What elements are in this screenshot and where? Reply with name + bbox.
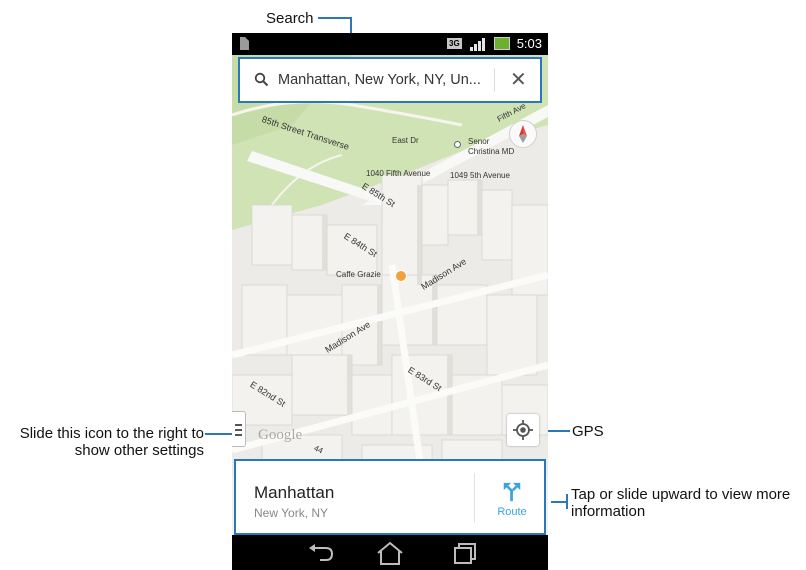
gps-button[interactable]: [507, 414, 539, 446]
callout-settings-line2: show other settings: [74, 442, 204, 459]
close-icon[interactable]: ✕: [510, 68, 527, 92]
route-button[interactable]: Route: [480, 471, 544, 527]
map-label-caffe: Caffe Grazie: [336, 270, 381, 279]
callout-gps-label: GPS: [572, 423, 604, 440]
navigation-bar: [232, 535, 548, 570]
my-location-icon: [513, 420, 533, 440]
place-info-card[interactable]: Manhattan New York, NY Route: [234, 459, 546, 535]
compass-icon[interactable]: [509, 120, 537, 148]
map-label-east-dr: East Dr: [392, 136, 419, 145]
callout-settings-label: Slide this icon to the right to show oth…: [6, 425, 204, 459]
search-bar[interactable]: ✕: [238, 57, 542, 103]
callout-search-label: Search: [266, 10, 314, 27]
phone-screen: 3G 5:03 85th Street Transverse Fifth Ave…: [232, 33, 548, 570]
network-type-badge: 3G: [447, 38, 462, 49]
map-label-senor: Senor: [468, 137, 490, 146]
recent-apps-icon[interactable]: [442, 539, 482, 567]
place-subtitle: New York, NY: [254, 506, 329, 520]
callout-search-line-h: [318, 17, 352, 19]
status-time: 5:03: [516, 36, 542, 51]
card-divider: [474, 473, 475, 523]
signal-bars-icon: [470, 37, 488, 51]
map-label-1049-fifth: 1049 5th Avenue: [450, 171, 510, 180]
home-icon[interactable]: [370, 539, 410, 567]
place-name: Manhattan: [254, 483, 335, 502]
map-label-christina: Christina MD: [468, 147, 515, 156]
menu-handle-icon[interactable]: [232, 411, 246, 447]
search-icon[interactable]: [254, 72, 269, 87]
callout-info-line2: information: [571, 503, 646, 520]
route-label: Route: [497, 506, 527, 518]
callout-settings-line: [205, 433, 232, 435]
search-divider: [494, 68, 495, 92]
callout-info-label: Tap or slide upward to view more informa…: [571, 486, 790, 520]
restaurant-icon: [395, 270, 407, 282]
callout-info-line1: Tap or slide upward to view more: [571, 486, 791, 503]
status-bar: 3G 5:03: [232, 33, 548, 55]
route-arrow-icon: [503, 482, 521, 502]
battery-charging-icon: [494, 37, 510, 50]
search-input[interactable]: [278, 72, 488, 88]
back-icon[interactable]: [300, 539, 340, 567]
map-label-1040-fifth: 1040 Fifth Avenue: [366, 169, 431, 178]
callout-settings-line1: Slide this icon to the right to: [19, 425, 204, 442]
poi-dot-icon: [454, 141, 461, 148]
google-logo: Google: [258, 427, 303, 443]
callout-info-line-v: [566, 494, 568, 509]
sim-card-icon: [240, 37, 249, 50]
